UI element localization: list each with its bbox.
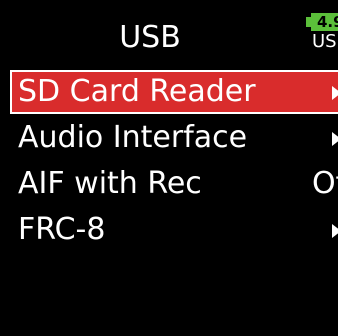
device-screen: USB 4.9 USB SD Card Reader Audio Interfa… [0,0,338,336]
menu-item-label: SD Card Reader [18,74,256,109]
menu-item-audio-interface[interactable]: Audio Interface [10,116,338,160]
screen-title: USB [119,20,181,55]
chevron-right-icon [332,86,338,100]
menu-item-frc-8[interactable]: FRC-8 [10,208,338,252]
chevron-right-icon [332,224,338,238]
usb-menu: SD Card Reader Audio Interface AIF with … [10,70,338,254]
menu-item-label: AIF with Rec [18,166,202,201]
power-source-label: USB [312,31,338,52]
menu-item-sd-card-reader[interactable]: SD Card Reader [10,70,338,114]
chevron-right-icon [332,132,338,146]
menu-item-label: FRC-8 [18,212,106,247]
battery-indicator: 4.9 [311,13,338,31]
menu-item-value: Off [312,166,338,201]
menu-item-label: Audio Interface [18,120,248,155]
menu-item-aif-with-rec[interactable]: AIF with Rec Off [10,162,338,206]
